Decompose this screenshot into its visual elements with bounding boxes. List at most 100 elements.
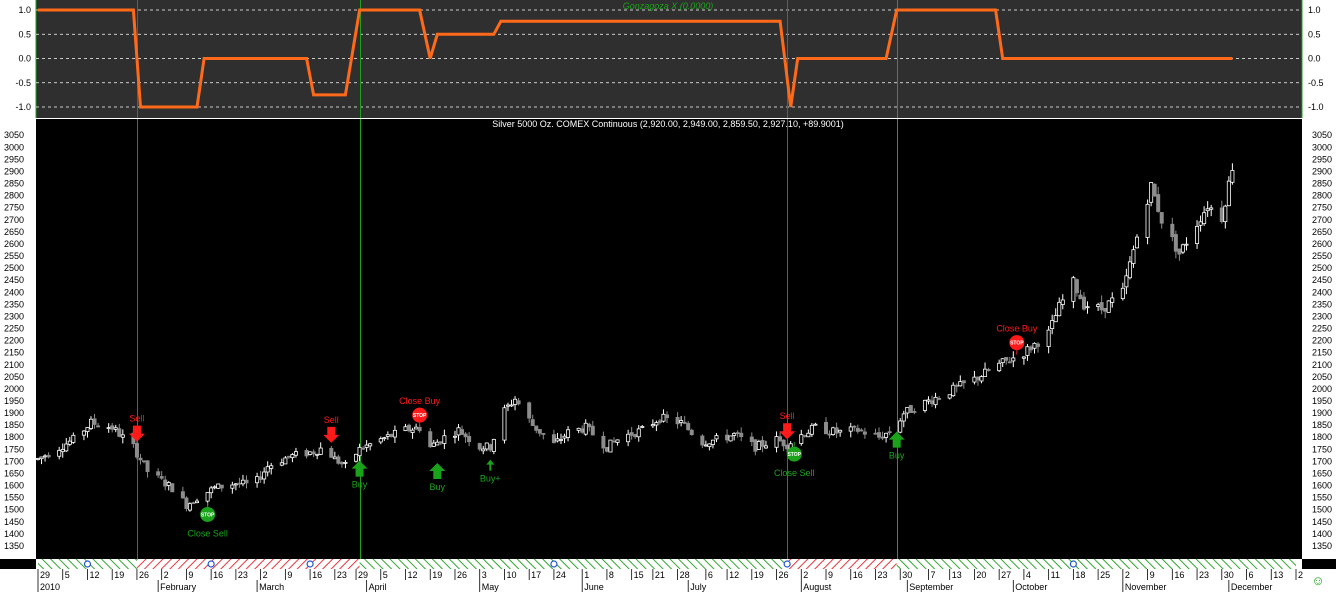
price-y-tick-label: 1800 [4, 432, 24, 442]
date-tick-label: 2 [803, 570, 808, 580]
candle [1152, 183, 1157, 197]
candle [1180, 243, 1185, 255]
price-background [0, 119, 1336, 559]
strip-segment [787, 559, 897, 569]
price-y-tick-label-right: 1600 [1312, 481, 1332, 491]
date-tick-label: 1 [584, 570, 589, 580]
strip-marker [783, 560, 791, 568]
date-tick-label: 16 [1174, 570, 1184, 580]
date-tick-label: 11 [1051, 570, 1060, 580]
candle [728, 435, 733, 442]
date-tick-label: 12 [729, 570, 739, 580]
date-tick-label: 6 [1249, 570, 1254, 580]
stop-badge-text: STOP [413, 413, 427, 419]
price-y-tick-label: 2400 [4, 287, 24, 297]
month-label: October [1015, 582, 1047, 592]
date-tick-label: 19 [114, 570, 124, 580]
candle [134, 441, 139, 460]
date-tick-label: 5 [383, 570, 388, 580]
candle [831, 426, 836, 436]
price-y-tick-label: 1600 [4, 481, 24, 491]
price-y-tick-label: 1700 [4, 456, 24, 466]
month-label: 2010 [40, 582, 60, 592]
indicator-y-tick-label: 0.0 [18, 54, 31, 64]
date-tick-label: 30 [902, 570, 912, 580]
price-y-tick-label: 2800 [4, 191, 24, 201]
date-tick-label: 29 [358, 570, 368, 580]
price-y-tick-label: 2900 [4, 166, 24, 176]
date-tick-label: 20 [976, 570, 986, 580]
date-tick-label: 24 [556, 570, 566, 580]
price-y-tick-label: 2100 [4, 360, 24, 370]
price-y-tick-label: 2750 [4, 203, 24, 213]
price-y-tick-label-right: 1650 [1312, 468, 1332, 478]
date-tick-label: 12 [89, 570, 99, 580]
strip-segment [896, 559, 1296, 569]
price-y-tick-label-right: 2950 [1312, 154, 1332, 164]
date-tick-label: 2 [1125, 570, 1130, 580]
price-y-tick-label: 2550 [4, 251, 24, 261]
price-y-tick-label: 2950 [4, 154, 24, 164]
date-tick-label: 13 [952, 570, 962, 580]
candle [604, 447, 609, 453]
date-tick-label: 16 [853, 570, 863, 580]
date-tick-label: 3 [482, 570, 487, 580]
price-y-tick-label: 1950 [4, 396, 24, 406]
month-label: April [369, 582, 387, 592]
signal-label: Close Sell [187, 528, 228, 538]
strip-marker [306, 560, 314, 568]
price-y-tick-label-right: 2750 [1312, 203, 1332, 213]
date-tick-label: 2 [1298, 570, 1303, 580]
price-y-tick-label: 1350 [4, 541, 24, 551]
price-y-tick-label-right: 2650 [1312, 227, 1332, 237]
price-y-tick-label-right: 1400 [1312, 529, 1332, 539]
date-tick-label: 30 [1224, 570, 1234, 580]
price-y-tick-label-right: 1800 [1312, 432, 1332, 442]
candle [608, 439, 613, 453]
stop-badge-text: STOP [787, 452, 801, 458]
price-y-tick-label: 2450 [4, 275, 24, 285]
signal-label: Sell [780, 411, 795, 421]
price-y-tick-label-right: 2700 [1312, 215, 1332, 225]
signal-label: Buy [430, 482, 446, 492]
price-panel: 3050 3050 3000 3000 2950 2950 2900 2900 2850 2850… [0, 119, 1336, 569]
price-y-tick-label-right: 1350 [1312, 541, 1332, 551]
price-y-tick-label-right: 2400 [1312, 287, 1332, 297]
candle [308, 451, 313, 456]
stop-badge-text: STOP [201, 512, 215, 518]
candle [1106, 300, 1111, 313]
signal-label: Close Buy [996, 324, 1038, 334]
date-tick-label: 23 [238, 570, 248, 580]
date-tick-label: 9 [188, 570, 193, 580]
date-tick-label: 10 [506, 570, 516, 580]
candle [908, 404, 913, 414]
price-y-tick-label: 1650 [4, 468, 24, 478]
date-tick-label: 26 [779, 570, 789, 580]
month-label: December [1231, 582, 1273, 592]
date-axis: 29 5 12 19 26 2 9 16 23 2 9 16 23 29 5 12 19 26 3 10 17 24 1 8 1… [0, 569, 1336, 592]
signal-label: Buy+ [480, 474, 501, 484]
price-y-tick-label: 1550 [4, 493, 24, 503]
signal-label: Close Buy [399, 396, 441, 406]
price-y-tick-label: 1400 [4, 529, 24, 539]
price-y-tick-label-right: 1450 [1312, 517, 1332, 527]
price-y-tick-label-right: 3000 [1312, 142, 1332, 152]
strip-marker [1069, 560, 1077, 568]
price-y-tick-label-right: 2050 [1312, 372, 1332, 382]
date-tick-label: 26 [139, 570, 149, 580]
price-y-tick-label-right: 2200 [1312, 336, 1332, 346]
candle [756, 439, 761, 450]
price-y-tick-label: 3000 [4, 142, 24, 152]
price-y-tick-label-right: 2900 [1312, 166, 1332, 176]
indicator-title: Gonzagoza X (0.0000) [623, 1, 714, 11]
price-y-tick-label: 2200 [4, 336, 24, 346]
indicator-y-tick-label: 0.5 [18, 29, 31, 39]
price-y-tick-label-right: 2600 [1312, 239, 1332, 249]
date-tick-label: 4 [1026, 570, 1031, 580]
candle [216, 483, 221, 489]
indicator-y-tick-label: 1.0 [18, 5, 31, 15]
date-tick-label: 25 [1100, 570, 1110, 580]
date-tick-label: 16 [213, 570, 223, 580]
date-tick-label: 17 [531, 570, 541, 580]
month-label: July [690, 582, 707, 592]
